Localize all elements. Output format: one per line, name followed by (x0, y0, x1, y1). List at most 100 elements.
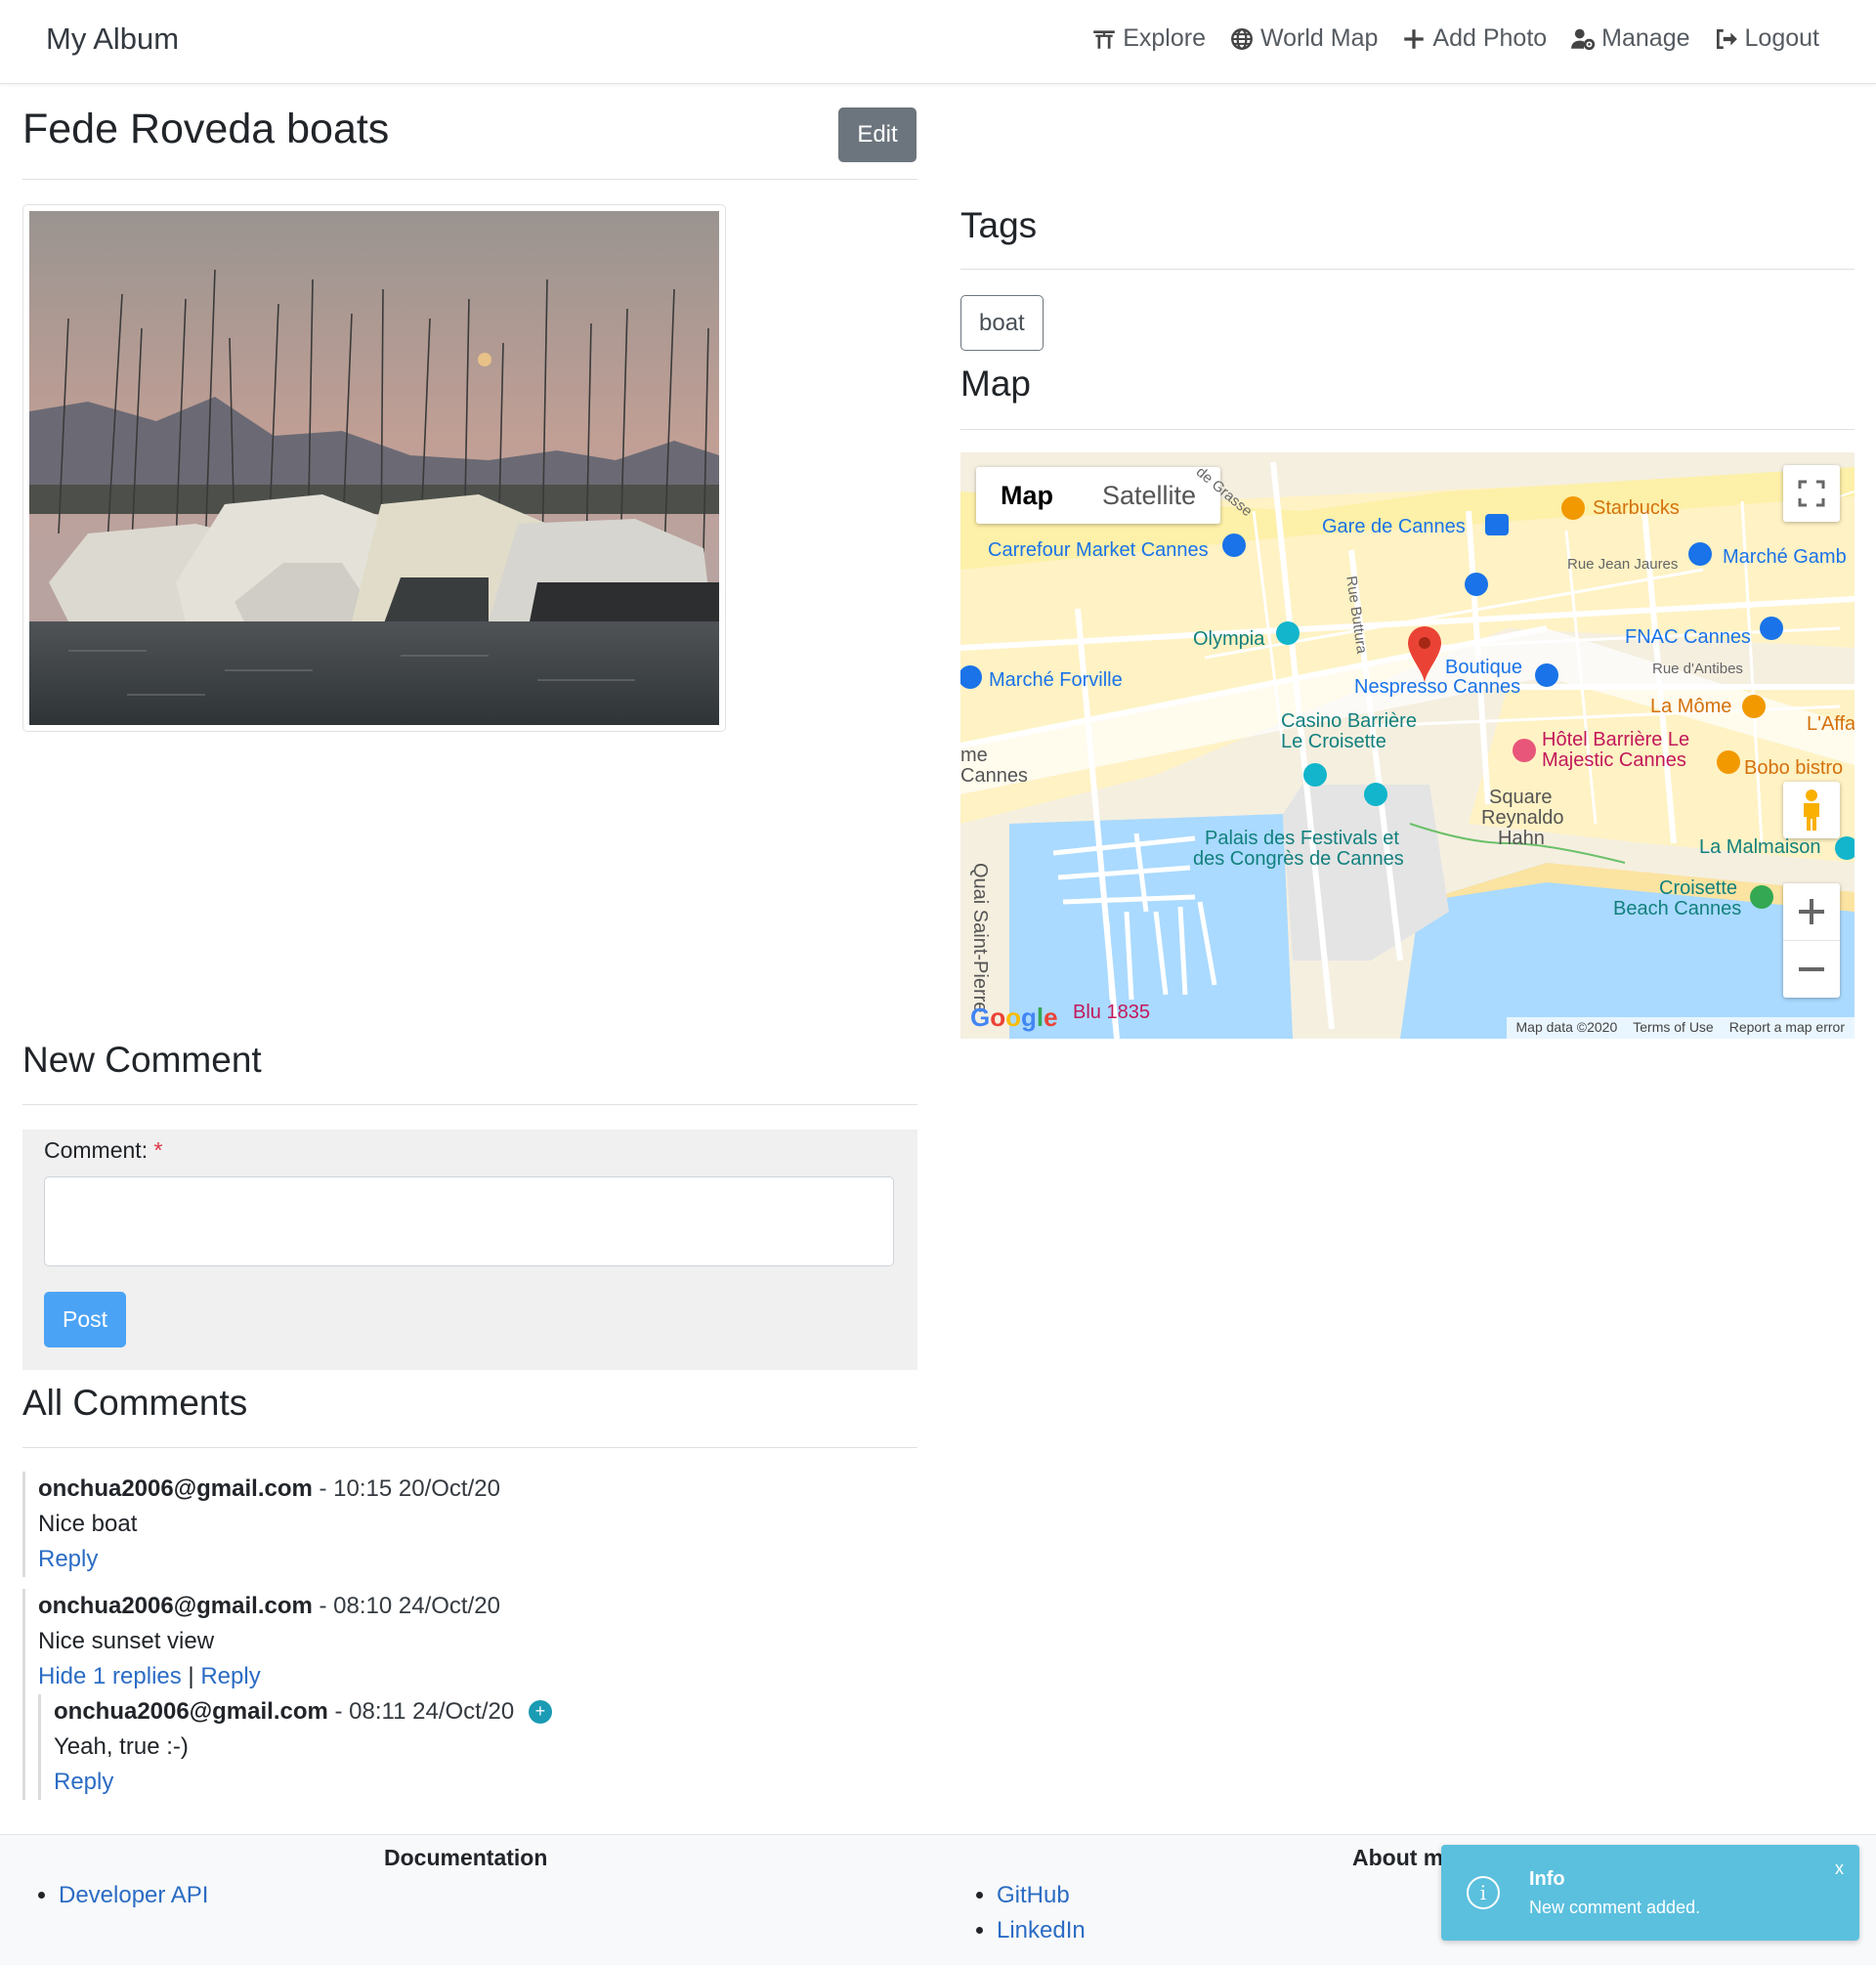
map-label-bobo: Bobo bistro (1744, 757, 1844, 779)
zoom-control (1783, 883, 1840, 998)
all-comments-heading: All Comments (22, 1383, 248, 1423)
map-label-casino: Casino Barrière (1281, 710, 1417, 732)
google-logo[interactable]: Google (970, 1003, 1058, 1033)
divider (22, 179, 917, 180)
comment-time: 08:10 24/Oct/20 (333, 1593, 500, 1619)
nav-explore-label: Explore (1123, 24, 1206, 52)
divider (22, 1104, 917, 1105)
map-label-hotel: Hôtel Barrière Le (1542, 729, 1690, 750)
divider (960, 429, 1855, 430)
map-label-gare: Gare de Cannes (1322, 516, 1466, 537)
toast-close-button[interactable]: x (1835, 1858, 1844, 1879)
comment-text: Nice sunset view (38, 1628, 215, 1654)
map-label-boutique: Boutique (1445, 657, 1522, 678)
torii-gate-icon (1093, 29, 1116, 49)
map-widget[interactable]: Map Satellite Gare de Cannes Starbucks C… (960, 452, 1855, 1039)
comment-author: onchua2006@gmail.com (38, 1475, 313, 1502)
map-type-control: Map Satellite (976, 467, 1221, 524)
zoom-out-button[interactable] (1783, 941, 1840, 998)
link-separator: | (188, 1663, 194, 1689)
new-comment-form: Comment: * Post (22, 1130, 917, 1370)
nav-world-map-label: World Map (1259, 24, 1379, 52)
photo-title: Fede Roveda boats (22, 106, 390, 152)
map-label-rue-antibes: Rue d'Antibes (1652, 661, 1743, 677)
github-link[interactable]: GitHub (997, 1882, 1070, 1908)
map-label-marche-gamb: Marché Gamb (1723, 546, 1847, 568)
map-label-starbucks: Starbucks (1593, 497, 1680, 519)
hide-replies-link[interactable]: Hide 1 replies (38, 1663, 182, 1689)
map-data-label: Map data ©2020 (1515, 1019, 1618, 1035)
toast-title: Info (1529, 1868, 1565, 1890)
comment-dash: - (319, 1475, 327, 1502)
zoom-in-icon (1799, 899, 1824, 924)
map-label-me: me (960, 745, 988, 766)
nav-logout-label: Logout (1744, 24, 1819, 52)
plus-icon (1404, 28, 1425, 49)
toast-message: New comment added. (1529, 1898, 1701, 1917)
comment-textarea[interactable] (44, 1176, 894, 1266)
nav-add-photo[interactable]: Add Photo (1401, 24, 1547, 53)
map-attribution: Map data ©2020 Terms of Use Report a map… (1506, 1017, 1855, 1039)
map-label-cannes: Cannes (960, 765, 1028, 787)
pegman-icon (1804, 790, 1819, 831)
developer-api-link[interactable]: Developer API (59, 1882, 208, 1908)
photo-image (29, 211, 719, 725)
nav-manage[interactable]: Manage (1570, 24, 1690, 53)
nav-world-map[interactable]: World Map (1229, 24, 1378, 53)
info-icon: i (1467, 1876, 1500, 1909)
documentation-heading: Documentation (384, 1845, 548, 1870)
comment-header: onchua2006@gmail.com - 08:10 24/Oct/20 (38, 1589, 917, 1624)
zoom-out-icon (1799, 966, 1824, 971)
globe-icon (1231, 27, 1253, 50)
required-mark: * (153, 1137, 163, 1163)
about-links: GitHub LinkedIn (961, 1878, 1086, 1948)
map-label-marche-forville: Marché Forville (989, 669, 1123, 691)
map-label-palais: Palais des Festivals et (1205, 828, 1399, 849)
map-label-malmaison: La Malmaison (1699, 836, 1821, 858)
map-label-quai: Quai Saint-Pierre (969, 863, 991, 1013)
map-label-la-mome: La Môme (1650, 696, 1732, 717)
comment-header: onchua2006@gmail.com - 10:15 20/Oct/20 (38, 1472, 917, 1507)
user-cog-icon (1571, 28, 1596, 50)
map-type-map-button[interactable]: Map (976, 467, 1078, 524)
reply-link[interactable]: Reply (54, 1769, 113, 1795)
comment-label-text: Comment: (44, 1137, 149, 1163)
map-label-rue-jean-jaures: Rue Jean Jaures (1567, 556, 1679, 573)
divider (960, 269, 1855, 270)
map-label-reynaldo: Reynaldo (1481, 807, 1564, 829)
reply-text: Yeah, true :-) (54, 1733, 189, 1760)
zoom-in-button[interactable] (1783, 884, 1840, 941)
comment-item: onchua2006@gmail.com - 10:15 20/Oct/20 N… (22, 1472, 917, 1577)
map-label-croisette-beach: Beach Cannes (1613, 898, 1742, 919)
linkedin-link[interactable]: LinkedIn (997, 1917, 1086, 1944)
reply-link[interactable]: Reply (200, 1663, 260, 1689)
map-label-carrefour: Carrefour Market Cannes (988, 539, 1209, 561)
map-heading: Map (960, 363, 1031, 404)
map-label-blu: Blu 1835 (1073, 1002, 1150, 1023)
map-label-laffa: L'Affa (1807, 713, 1855, 735)
info-toast[interactable]: i Info New comment added. x (1441, 1845, 1859, 1941)
nav-logout[interactable]: Logout (1714, 24, 1819, 53)
tags-heading: Tags (960, 205, 1038, 245)
reply-dash: - (334, 1698, 343, 1725)
reply-link[interactable]: Reply (38, 1546, 98, 1572)
tag-badge[interactable]: boat (960, 295, 1044, 351)
report-map-error-link[interactable]: Report a map error (1729, 1019, 1845, 1037)
sign-out-icon (1716, 28, 1737, 49)
comment-author: onchua2006@gmail.com (38, 1593, 313, 1619)
map-label-hotel-majestic: Majestic Cannes (1542, 749, 1686, 771)
nav-add-photo-label: Add Photo (1432, 24, 1548, 52)
terms-of-use-link[interactable]: Terms of Use (1633, 1019, 1713, 1037)
nav-explore[interactable]: Explore (1091, 24, 1206, 53)
post-button[interactable]: Post (44, 1292, 126, 1347)
map-label-square: Square (1489, 787, 1553, 808)
map-label-croisette: Croisette (1659, 877, 1738, 899)
edit-button[interactable]: Edit (838, 107, 917, 162)
comment-plus-icon: + (528, 1700, 552, 1724)
comment-time: 10:15 20/Oct/20 (333, 1475, 500, 1502)
map-label-fnac: FNAC Cannes (1625, 626, 1751, 648)
brand-link[interactable]: My Album (46, 21, 179, 57)
street-view-pegman[interactable] (1783, 782, 1840, 838)
fullscreen-button[interactable] (1783, 465, 1840, 522)
reply-item: onchua2006@gmail.com - 08:11 24/Oct/20 +… (38, 1694, 917, 1800)
